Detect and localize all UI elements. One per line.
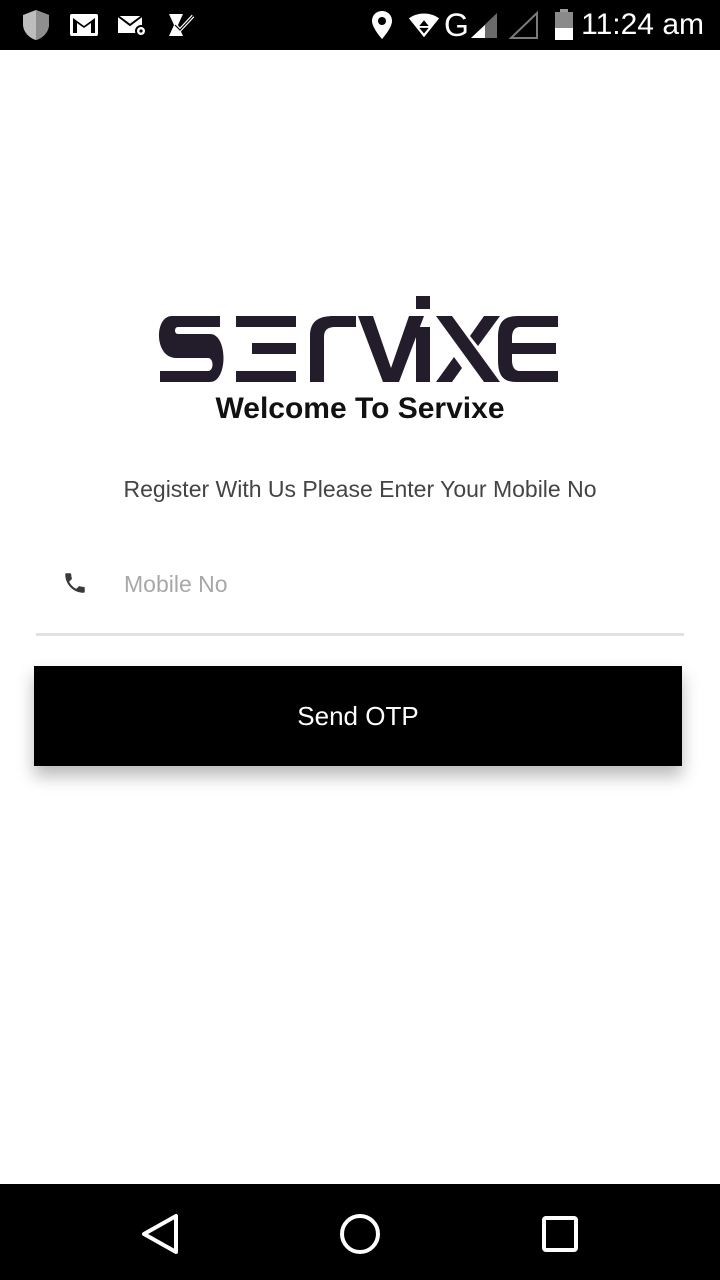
gmail-icon	[68, 9, 100, 41]
network-type-label: G	[444, 7, 469, 43]
phone-icon	[62, 570, 90, 598]
back-triangle-icon[interactable]	[138, 1212, 182, 1256]
register-instructions: Register With Us Please Enter Your Mobil…	[123, 476, 597, 502]
mobile-number-field[interactable]	[36, 550, 684, 636]
welcome-title: Welcome To Servixe	[215, 392, 505, 425]
home-circle-icon[interactable]	[338, 1212, 382, 1256]
mobile-number-input[interactable]	[124, 564, 664, 604]
location-icon	[366, 9, 398, 41]
mail-settings-icon	[116, 9, 148, 41]
status-time: 11:24 am	[581, 8, 704, 41]
status-bar: G 11:24 am	[0, 0, 720, 50]
signal-empty-icon	[508, 9, 540, 41]
battery-icon	[548, 9, 580, 41]
wifi-icon	[408, 9, 440, 41]
signal-icon	[468, 9, 500, 41]
servixe-logo	[158, 294, 562, 386]
servixe-logo-graphic	[158, 296, 558, 382]
navigation-bar	[0, 1184, 720, 1280]
recents-square-icon[interactable]	[538, 1212, 582, 1256]
shield-icon	[20, 9, 52, 41]
check-task-icon	[164, 9, 196, 41]
send-otp-button[interactable]: Send OTP	[34, 666, 682, 766]
